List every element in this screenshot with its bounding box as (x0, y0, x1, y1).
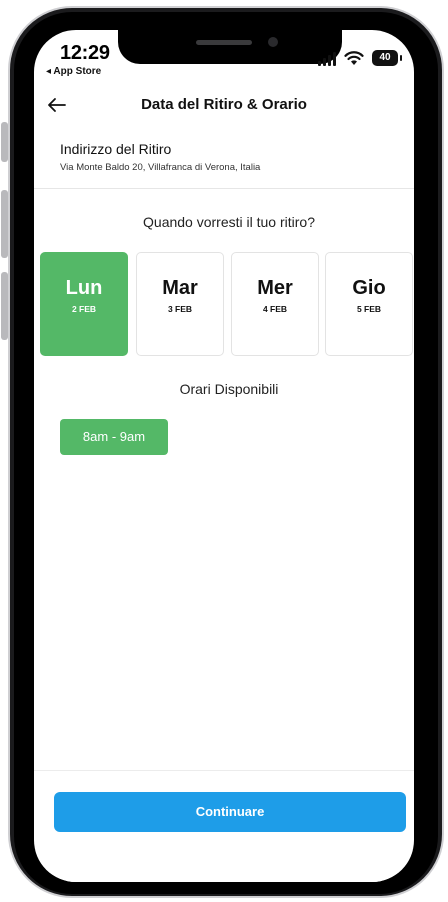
continue-button[interactable]: Continuare (54, 792, 406, 832)
day-name: Mar (162, 277, 198, 299)
speaker-grille (196, 40, 252, 45)
pickup-question: Quando vorresti il tuo ritiro? (143, 214, 315, 230)
front-camera (268, 37, 278, 47)
page-title: Data del Ritiro & Orario (141, 96, 307, 113)
day-name: Gio (352, 277, 386, 299)
battery-icon: 40 (372, 50, 402, 66)
silent-switch (1, 122, 8, 162)
home-indicator-area (34, 850, 414, 882)
status-bar: 12:29 ◂ App Store 40 (34, 30, 414, 82)
wifi-icon (344, 51, 364, 65)
day-card-mar[interactable]: Mar 3 FEB (136, 252, 224, 356)
day-date: 5 FEB (356, 304, 382, 314)
page: 12:29 ◂ App Store 40 Data del Ritiro & O… (0, 0, 448, 902)
day-card-gio[interactable]: Gio 5 FEB (325, 252, 413, 356)
status-time: 12:29 (60, 42, 110, 64)
back-to-app-store-link[interactable]: ◂ App Store (46, 66, 101, 77)
notch (118, 30, 342, 64)
divider (34, 770, 414, 771)
volume-up-button (1, 190, 8, 258)
pickup-address-label: Indirizzo del Ritiro (60, 141, 172, 157)
volume-down-button (1, 272, 8, 340)
nav-header: Data del Ritiro & Orario (34, 86, 414, 126)
available-slots-label: Orari Disponibili (179, 381, 279, 397)
day-date: 4 FEB (262, 304, 288, 314)
day-name: Mer (257, 277, 293, 299)
cellular-signal-icon (318, 52, 336, 66)
app-screen: 12:29 ◂ App Store 40 Data del Ritiro & O… (34, 30, 414, 882)
day-selector: Lun 2 FEB Mar 3 FEB Mer 4 FEB Gio 5 FEB (40, 252, 414, 356)
day-card-lun[interactable]: Lun 2 FEB (40, 252, 128, 356)
time-slot-button[interactable]: 8am - 9am (60, 419, 168, 455)
day-card-mer[interactable]: Mer 4 FEB (231, 252, 319, 356)
day-date: 3 FEB (167, 304, 193, 314)
divider (34, 188, 414, 189)
day-name: Lun (65, 277, 103, 299)
day-date: 2 FEB (71, 304, 97, 314)
pickup-address-value: Via Monte Baldo 20, Villafranca di Veron… (60, 162, 261, 173)
